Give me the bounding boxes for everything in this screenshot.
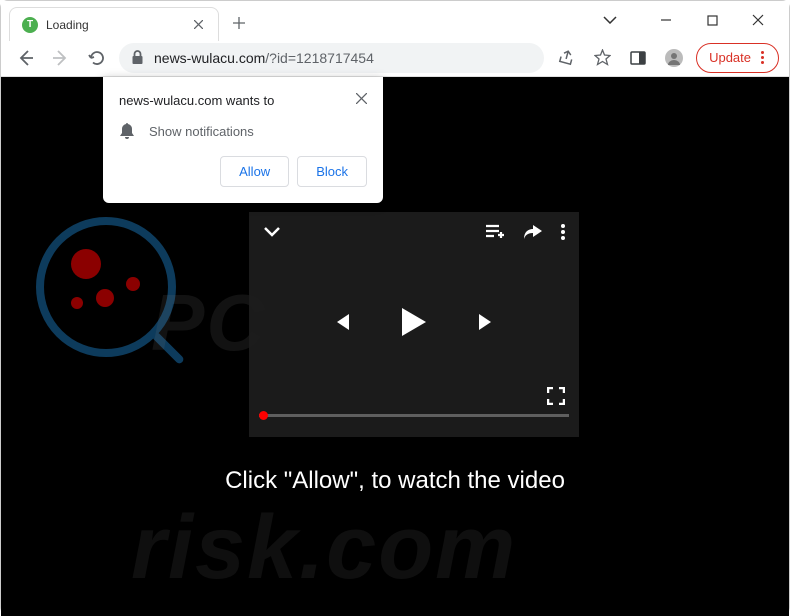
update-label: Update: [709, 50, 751, 65]
previous-button[interactable]: [330, 311, 352, 333]
new-tab-button[interactable]: [225, 9, 253, 37]
video-player: [249, 212, 579, 437]
back-button[interactable]: [11, 44, 39, 72]
tab-search-button[interactable]: [587, 4, 633, 36]
reload-button[interactable]: [83, 44, 111, 72]
side-panel-button[interactable]: [624, 44, 652, 72]
url-text: news-wulacu.com/?id=1218717454: [154, 50, 532, 66]
minimize-button[interactable]: [643, 4, 689, 36]
lock-icon: [131, 50, 144, 65]
playlist-add-icon[interactable]: [485, 224, 505, 240]
instruction-text: Click "Allow", to watch the video: [1, 467, 789, 495]
share-button[interactable]: [552, 44, 580, 72]
bookmark-button[interactable]: [588, 44, 616, 72]
share-icon[interactable]: [523, 224, 543, 240]
profile-button[interactable]: [660, 44, 688, 72]
tab-title: Loading: [46, 18, 182, 32]
window-titlebar: T Loading: [1, 1, 789, 39]
permission-dialog: news-wulacu.com wants to Show notificati…: [103, 77, 383, 203]
permission-title: news-wulacu.com wants to: [119, 93, 274, 108]
forward-button[interactable]: [47, 44, 75, 72]
block-button[interactable]: Block: [297, 156, 367, 187]
bell-icon: [119, 122, 135, 140]
browser-tab[interactable]: T Loading: [9, 7, 219, 41]
permission-body: Show notifications: [149, 124, 254, 139]
progress-bar[interactable]: [259, 414, 569, 417]
menu-icon: [761, 51, 764, 64]
close-button[interactable]: [735, 4, 781, 36]
collapse-icon[interactable]: [263, 226, 281, 238]
maximize-button[interactable]: [689, 4, 735, 36]
more-icon[interactable]: [561, 224, 565, 240]
fullscreen-button[interactable]: [547, 387, 565, 405]
permission-close-button[interactable]: [356, 93, 367, 104]
background-magnifier-icon: [36, 217, 176, 357]
progress-handle[interactable]: [259, 411, 268, 420]
tab-favicon: T: [22, 17, 38, 33]
watermark-text-2: risk.com: [131, 497, 517, 600]
page-content: news-wulacu.com wants to Show notificati…: [1, 77, 789, 616]
address-bar[interactable]: news-wulacu.com/?id=1218717454: [119, 43, 544, 73]
browser-toolbar: news-wulacu.com/?id=1218717454 Update: [1, 39, 789, 77]
allow-button[interactable]: Allow: [220, 156, 289, 187]
play-button[interactable]: [400, 306, 428, 338]
tab-close-button[interactable]: [190, 17, 206, 33]
window-controls: [587, 1, 789, 39]
update-button[interactable]: Update: [696, 43, 779, 73]
next-button[interactable]: [476, 311, 498, 333]
